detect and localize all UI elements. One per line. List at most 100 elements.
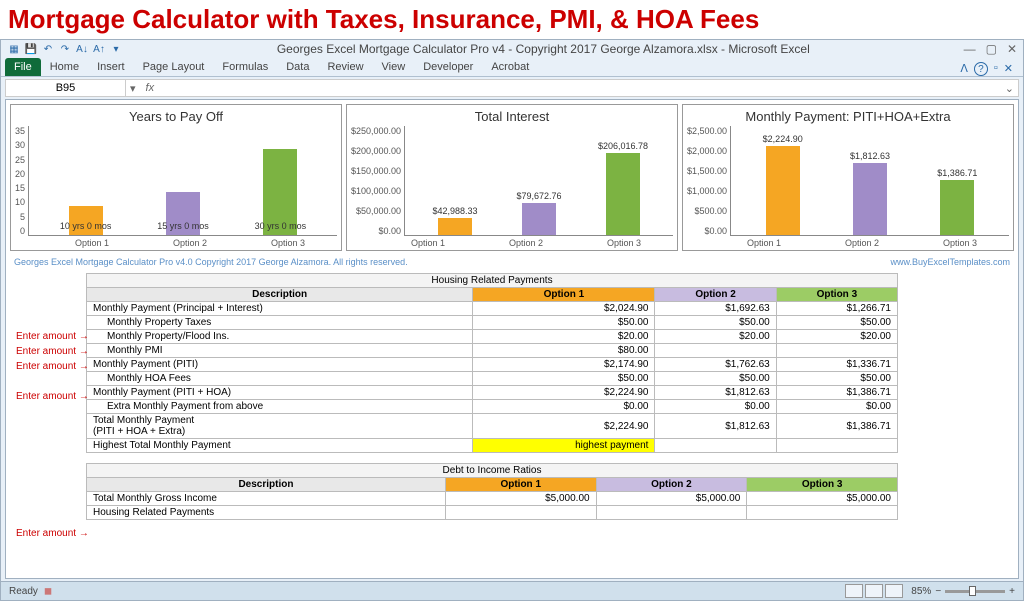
copyright-note: Georges Excel Mortgage Calculator Pro v4… xyxy=(14,257,408,267)
table-title: Debt to Income Ratios xyxy=(87,464,898,478)
formula-bar-row: B95 ▾ fx ⌄ xyxy=(5,79,1019,97)
zoom-in-icon[interactable]: + xyxy=(1009,586,1015,597)
bar xyxy=(438,218,472,235)
data-table[interactable]: Debt to Income RatiosDescriptionOption 1… xyxy=(86,463,898,520)
tab-acrobat[interactable]: Acrobat xyxy=(482,58,538,76)
table-row[interactable]: Monthly PMI$80.00 xyxy=(87,344,898,358)
enter-amount-hint: Enter amount → xyxy=(16,361,89,372)
bar-value-label: $206,016.78 xyxy=(598,141,648,151)
website-link: www.BuyExcelTemplates.com xyxy=(890,257,1010,267)
inner-close-icon[interactable]: ✕ xyxy=(1004,62,1013,76)
bar-value-label: $2,224.90 xyxy=(763,134,803,144)
view-page-break-icon[interactable] xyxy=(885,584,903,598)
col-header: Description xyxy=(87,288,473,302)
table-row[interactable]: Monthly Property Taxes$50.00$50.00$50.00 xyxy=(87,316,898,330)
sort-desc-icon[interactable]: A↑ xyxy=(92,42,106,56)
table-row[interactable]: Monthly Payment (PITI)$2,174.90$1,762.63… xyxy=(87,358,898,372)
chart-1[interactable]: Total Interest$250,000.00$200,000.00$150… xyxy=(346,104,678,251)
ribbon-tabs: File Home Insert Page Layout Formulas Da… xyxy=(1,58,1023,77)
status-bar: Ready ◼ 85% − + xyxy=(1,581,1023,600)
redo-icon[interactable]: ↷ xyxy=(58,42,72,56)
bar-value-label: $1,386.71 xyxy=(937,168,977,178)
bar-value-label: 30 yrs 0 mos xyxy=(255,221,307,231)
save-icon[interactable]: 💾 xyxy=(24,42,38,56)
x-tick: Option 1 xyxy=(75,238,109,248)
x-tick: Option 2 xyxy=(173,238,207,248)
col-header: Option 1 xyxy=(473,288,655,302)
tab-insert[interactable]: Insert xyxy=(88,58,134,76)
macro-record-icon[interactable]: ◼ xyxy=(44,586,52,597)
ribbon-minimize-icon[interactable]: ᐱ xyxy=(960,62,968,76)
bar xyxy=(853,163,887,236)
chart-title: Total Interest xyxy=(351,107,673,126)
bar xyxy=(940,180,974,235)
table-row[interactable]: Extra Monthly Payment from above$0.00$0.… xyxy=(87,400,898,414)
excel-icon: ▦ xyxy=(7,42,21,56)
zoom-out-icon[interactable]: − xyxy=(935,586,941,597)
bar-value-label: $1,812.63 xyxy=(850,151,890,161)
worksheet[interactable]: Years to Pay Off3530252015105010 yrs 0 m… xyxy=(5,99,1019,579)
help-icon[interactable]: ? xyxy=(974,62,988,76)
page-title: Mortgage Calculator with Taxes, Insuranc… xyxy=(0,0,1024,39)
table-row[interactable]: Highest Total Monthly Paymenthighest pay… xyxy=(87,439,898,453)
table-row[interactable]: Monthly Property/Flood Ins.$20.00$20.00$… xyxy=(87,330,898,344)
namebox-dropdown-icon[interactable]: ▾ xyxy=(126,82,140,95)
bar-value-label: 10 yrs 0 mos xyxy=(60,221,112,231)
chart-0[interactable]: Years to Pay Off3530252015105010 yrs 0 m… xyxy=(10,104,342,251)
formula-expand-icon[interactable]: ⌄ xyxy=(1001,82,1018,95)
quick-access-toolbar: ▦ 💾 ↶ ↷ A↓ A↑ ▾ xyxy=(7,42,123,56)
sort-asc-icon[interactable]: A↓ xyxy=(75,42,89,56)
x-tick: Option 1 xyxy=(411,238,445,248)
tab-view[interactable]: View xyxy=(373,58,415,76)
formula-bar[interactable] xyxy=(160,86,1001,90)
tab-file[interactable]: File xyxy=(5,58,41,76)
minimize-icon[interactable]: — xyxy=(964,42,976,56)
x-tick: Option 3 xyxy=(943,238,977,248)
table-row[interactable]: Monthly Payment (Principal + Interest)$2… xyxy=(87,302,898,316)
enter-amount-hint: Enter amount → xyxy=(16,346,89,357)
tab-review[interactable]: Review xyxy=(318,58,372,76)
excel-window: ▦ 💾 ↶ ↷ A↓ A↑ ▾ Georges Excel Mortgage C… xyxy=(0,39,1024,601)
tab-page-layout[interactable]: Page Layout xyxy=(134,58,214,76)
qat-dropdown-icon[interactable]: ▾ xyxy=(109,42,123,56)
col-header: Description xyxy=(87,478,446,492)
table-row[interactable]: Total Monthly Gross Income$5,000.00$5,00… xyxy=(87,492,898,506)
chart-2[interactable]: Monthly Payment: PITI+HOA+Extra$2,500.00… xyxy=(682,104,1014,251)
col-header: Option 2 xyxy=(655,288,776,302)
window-title: Georges Excel Mortgage Calculator Pro v4… xyxy=(123,42,964,56)
tab-data[interactable]: Data xyxy=(277,58,318,76)
view-page-layout-icon[interactable] xyxy=(865,584,883,598)
col-header: Option 3 xyxy=(747,478,898,492)
fx-icon[interactable]: fx xyxy=(140,82,161,94)
tab-home[interactable]: Home xyxy=(41,58,88,76)
bar-value-label: $79,672.76 xyxy=(516,191,561,201)
zoom-slider[interactable] xyxy=(945,590,1005,593)
x-tick: Option 2 xyxy=(509,238,543,248)
table-title: Housing Related Payments xyxy=(87,274,898,288)
tab-formulas[interactable]: Formulas xyxy=(213,58,277,76)
inner-restore-icon[interactable]: ▫ xyxy=(994,62,998,76)
tab-developer[interactable]: Developer xyxy=(414,58,482,76)
maximize-icon[interactable]: ▢ xyxy=(986,42,997,56)
x-tick: Option 1 xyxy=(747,238,781,248)
col-header: Option 1 xyxy=(445,478,596,492)
data-table[interactable]: Housing Related PaymentsDescriptionOptio… xyxy=(86,273,898,453)
enter-amount-hint: Enter amount → xyxy=(16,391,89,402)
enter-amount-hint: Enter amount → xyxy=(16,331,89,342)
bar-value-label: 15 yrs 0 mos xyxy=(157,221,209,231)
table-row[interactable]: Total Monthly Payment (PITI + HOA + Extr… xyxy=(87,414,898,439)
x-tick: Option 3 xyxy=(607,238,641,248)
table-row[interactable]: Monthly HOA Fees$50.00$50.00$50.00 xyxy=(87,372,898,386)
undo-icon[interactable]: ↶ xyxy=(41,42,55,56)
enter-amount-hint: Enter amount → xyxy=(16,528,89,539)
view-normal-icon[interactable] xyxy=(845,584,863,598)
titlebar: ▦ 💾 ↶ ↷ A↓ A↑ ▾ Georges Excel Mortgage C… xyxy=(1,40,1023,58)
table-row[interactable]: Monthly Payment (PITI + HOA)$2,224.90$1,… xyxy=(87,386,898,400)
col-header: Option 3 xyxy=(776,288,897,302)
table-row[interactable]: Housing Related Payments xyxy=(87,506,898,520)
zoom-label: 85% xyxy=(911,586,931,597)
close-icon[interactable]: ✕ xyxy=(1007,42,1017,56)
name-box[interactable]: B95 xyxy=(6,80,126,96)
x-tick: Option 2 xyxy=(845,238,879,248)
bar-value-label: $42,988.33 xyxy=(433,206,478,216)
